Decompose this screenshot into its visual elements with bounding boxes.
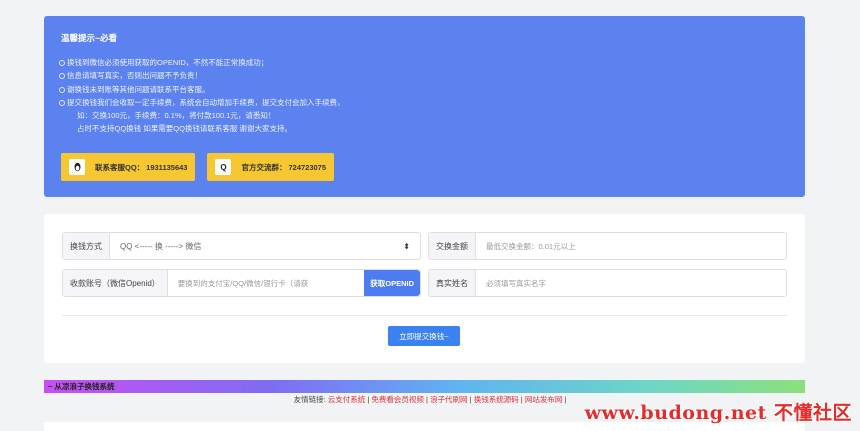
group-label: 官方交流群： <box>241 162 287 172</box>
link-separator: | <box>469 395 472 404</box>
link-separator: | <box>520 395 523 404</box>
sort-caret-icon: ⬍ <box>403 241 410 251</box>
account-input[interactable]: 要换到的支付宝/QQ/微信/银行卡（请获 <box>168 278 364 289</box>
friend-link[interactable]: 云支付系统 <box>328 395 366 404</box>
amount-label: 交换金额 <box>429 233 476 259</box>
contact-qq-label: 联系客服QQ： <box>95 162 145 172</box>
link-separator: | <box>367 395 370 404</box>
site-watermark: www.budong.net 不懂社区 <box>584 402 852 424</box>
tip-item: 占时不支持QQ换钱 如果需要QQ换钱请联系客服 谢谢大家支持。 <box>77 124 293 134</box>
method-label: 换钱方式 <box>63 233 110 259</box>
exchange-form: 换钱方式 QQ <----- 换 -----> 微信 ⬍ 交换金额 最低交换金额… <box>44 214 805 363</box>
account-label: 收款账号（微信Openid） <box>63 270 168 296</box>
submit-button[interactable]: 立即提交换钱~ <box>388 326 460 346</box>
group-icon: Q <box>215 159 232 175</box>
form-divider <box>62 315 787 316</box>
method-value: QQ <----- 换 -----> 微信 <box>120 241 202 251</box>
tip-item: 换钱到微信必须使用获取的OPENID，不然不能正常换成功； <box>59 56 788 69</box>
tip-item: 如：交换100元，手续费：0.1%，将付款100.1元，请悉知！ <box>77 111 276 121</box>
notice-title: 温馨提示~必看 <box>61 33 117 43</box>
realname-input[interactable]: 必须填写真实名字 <box>476 278 786 289</box>
method-field[interactable]: 换钱方式 QQ <----- 换 -----> 微信 ⬍ <box>62 232 421 260</box>
friend-link[interactable]: 浪子代刷网 <box>430 395 468 404</box>
group-button[interactable]: Q 官方交流群： 724723075 <box>207 153 335 181</box>
contact-qq-number: 1931135643 <box>146 162 188 172</box>
notice-panel: 温馨提示~必看 换钱到微信必须使用获取的OPENID，不然不能正常换成功； 信息… <box>44 16 805 197</box>
links-prefix: 友情链接: <box>293 395 326 404</box>
account-field[interactable]: 收款账号（微信Openid） 要换到的支付宝/QQ/微信/银行卡（请获 获取OP… <box>62 269 421 297</box>
marquee-bar: ~ 从凉浪子换钱系统 <box>44 380 805 393</box>
tip-item: 信息请填写真实，否则出问题不予负责！ <box>59 69 788 82</box>
friend-link[interactable]: 免费看会员视频 <box>371 395 424 404</box>
tip-item: 谢换钱未到账等其他问题请联系平台客服。 <box>59 83 788 96</box>
amount-field[interactable]: 交换金额 最低交换金额：0.01元以上 <box>428 232 787 260</box>
contact-qq-button[interactable]: 联系客服QQ： 1931135643 <box>61 153 196 181</box>
marquee-text: ~ 从凉浪子换钱系统 <box>48 382 115 391</box>
contact-row: 联系客服QQ： 1931135643 Q 官方交流群： 724723075 <box>61 153 335 181</box>
link-separator: | <box>564 395 567 404</box>
qq-penguin-icon <box>69 159 85 175</box>
friend-link[interactable]: 换钱系统源码 <box>474 395 519 404</box>
realname-field[interactable]: 真实姓名 必须填写真实名字 <box>428 269 787 297</box>
link-separator: | <box>426 395 428 404</box>
group-number: 724723075 <box>288 162 327 172</box>
realname-label: 真实姓名 <box>429 270 476 296</box>
tip-list: 换钱到微信必须使用获取的OPENID，不然不能正常换成功； 信息请填写真实，否则… <box>59 56 788 136</box>
tip-item: 提交换钱我们会收取一定手续费，系统会自动增加手续费，提交支付会加入手续费， <box>59 96 788 109</box>
friend-link[interactable]: 网站发布网 <box>525 395 563 404</box>
amount-input[interactable]: 最低交换金额：0.01元以上 <box>476 241 786 252</box>
get-openid-button[interactable]: 获取OPENID <box>364 270 420 296</box>
method-select[interactable]: QQ <----- 换 -----> 微信 ⬍ <box>110 241 420 252</box>
